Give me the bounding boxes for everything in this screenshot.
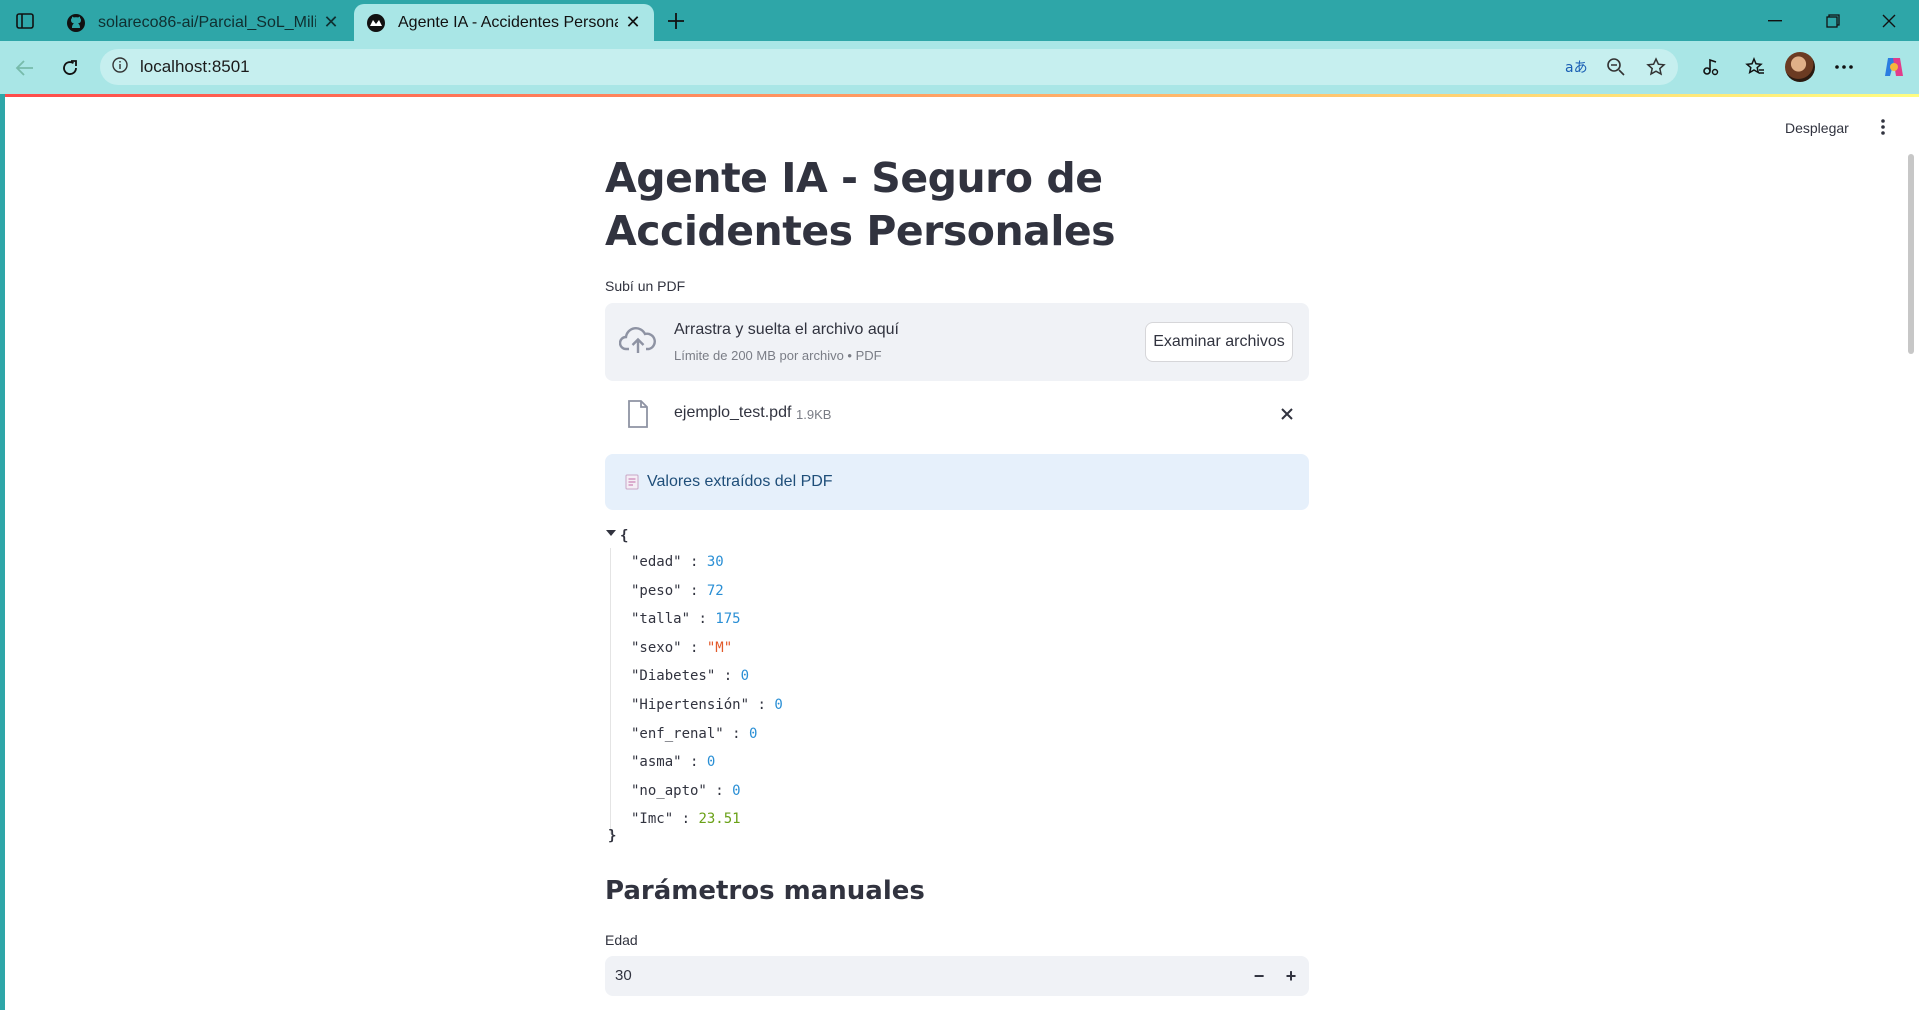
tab-streamlit[interactable]: Agente IA - Accidentes Personales ✕ (354, 4, 654, 41)
new-tab-icon[interactable] (662, 7, 690, 35)
increment-button[interactable]: + (1279, 964, 1303, 988)
json-row: "enf_renal" : 0 (631, 720, 783, 749)
streamlit-icon (366, 13, 386, 33)
json-value: 175 (715, 611, 741, 628)
file-dropzone[interactable]: Arrastra y suelta el archivo aquí Límite… (605, 303, 1309, 381)
json-separator: : (681, 582, 707, 599)
upload-label: Subí un PDF (605, 278, 686, 294)
tab-close-icon[interactable]: ✕ (322, 12, 340, 32)
media-control-icon[interactable] (1696, 52, 1726, 82)
favorites-icon[interactable] (1740, 52, 1770, 82)
json-row: "Hipertensión" : 0 (631, 691, 783, 720)
json-row: "peso" : 72 (631, 577, 783, 606)
copilot-icon[interactable] (1879, 52, 1909, 82)
main-menu-icon[interactable] (1873, 116, 1893, 138)
page-viewport: Desplegar Agente IA - Seguro de Accident… (5, 94, 1919, 1010)
json-separator: : (715, 668, 741, 685)
github-icon (66, 13, 86, 33)
more-options-icon[interactable] (1829, 52, 1859, 82)
json-value: 72 (706, 582, 724, 599)
json-value: "M" (706, 639, 733, 656)
memo-icon (625, 474, 639, 490)
edad-label: Edad (605, 932, 638, 948)
json-body: "edad" : 30 "peso" : 72 "talla" : 175 "sexo… (610, 548, 783, 834)
deploy-button[interactable]: Desplegar (1785, 120, 1849, 136)
json-key: "Diabetes" (631, 668, 716, 685)
edad-number-input[interactable]: 30 − + (605, 956, 1309, 996)
dropzone-limit-text: Límite de 200 MB por archivo • PDF (674, 348, 882, 363)
decrement-button[interactable]: − (1247, 964, 1271, 988)
json-separator: : (681, 639, 707, 656)
json-row: "talla" : 175 (631, 605, 783, 634)
browse-files-button[interactable]: Examinar archivos (1145, 322, 1293, 362)
remove-file-icon[interactable] (1277, 404, 1297, 424)
json-key: "sexo" (631, 639, 682, 656)
profile-avatar[interactable] (1785, 52, 1815, 82)
json-open-brace: { (620, 528, 629, 544)
json-row: "Diabetes" : 0 (631, 662, 783, 691)
json-value: 0 (732, 782, 741, 799)
json-value: 0 (749, 725, 758, 742)
json-separator: : (723, 725, 750, 742)
url-text[interactable]: localhost:8501 (140, 57, 250, 77)
streamlit-decoration-bar (5, 94, 1919, 97)
tab-actions-icon[interactable] (10, 8, 40, 34)
uploaded-file-row: ejemplo_test.pdf 1.9KB (605, 394, 1309, 434)
translate-icon[interactable]: aあ (1561, 52, 1591, 82)
favorite-star-icon[interactable] (1641, 52, 1671, 82)
json-row: "sexo" : "M" (631, 634, 783, 663)
page-scrollbar[interactable] (1908, 154, 1914, 354)
json-key: "asma" (631, 754, 682, 771)
json-key: "talla" (631, 611, 691, 628)
json-value: 30 (706, 554, 724, 570)
json-row: "edad" : 30 (631, 548, 783, 577)
tab-title: Agente IA - Accidentes Personales (398, 13, 618, 31)
json-separator: : (681, 754, 707, 771)
address-toolbar: localhost:8501 aあ (0, 41, 1919, 94)
file-size: 1.9KB (796, 407, 832, 422)
collapse-triangle-icon[interactable] (606, 528, 616, 538)
restore-icon[interactable] (1810, 6, 1856, 36)
json-value: 0 (774, 696, 783, 713)
svg-text:aあ: aあ (1565, 60, 1587, 76)
json-close-brace: } (608, 828, 617, 844)
tab-close-icon[interactable]: ✕ (624, 12, 642, 32)
json-key: "edad" (631, 554, 682, 570)
site-info-icon[interactable] (112, 56, 128, 78)
address-bar[interactable]: localhost:8501 (100, 49, 1678, 85)
cloud-upload-icon (619, 327, 656, 353)
zoom-out-icon[interactable] (1601, 52, 1631, 82)
info-alert: Valores extraídos del PDF (605, 454, 1309, 510)
json-separator: : (690, 611, 716, 628)
json-key: "enf_renal" (631, 725, 724, 742)
dropzone-title: Arrastra y suelta el archivo aquí (674, 321, 899, 338)
json-value: 0 (740, 668, 750, 685)
edad-value[interactable]: 30 (615, 967, 632, 984)
page-title: Agente IA - Seguro de Accidentes Persona… (605, 154, 1116, 255)
manual-params-heading: Parámetros manuales (605, 876, 925, 906)
minimize-icon[interactable] (1752, 6, 1798, 36)
back-icon[interactable] (10, 53, 40, 83)
json-row: "no_apto" : 0 (631, 777, 783, 806)
json-key: "Imc" (631, 811, 674, 828)
reload-icon[interactable] (55, 53, 85, 83)
json-key: "Hipertensión" (631, 696, 750, 713)
json-row: "Imc" : 23.51 (631, 805, 783, 834)
json-value: 23.51 (698, 811, 741, 828)
tab-title: solareco86-ai/Parcial_SoL_Mili: Ag (98, 13, 316, 31)
json-row: "asma" : 0 (631, 748, 783, 777)
json-separator: : (673, 811, 699, 828)
info-text: Valores extraídos del PDF (647, 473, 833, 490)
json-value: 0 (706, 754, 716, 771)
json-key: "peso" (631, 582, 682, 599)
tab-bar: solareco86-ai/Parcial_SoL_Mili: Ag ✕ Age… (0, 0, 1919, 41)
file-icon (628, 400, 648, 428)
json-separator: : (681, 554, 707, 570)
close-window-icon[interactable] (1866, 6, 1912, 36)
json-separator: : (706, 782, 733, 799)
json-separator: : (749, 696, 775, 713)
json-key: "no_apto" (631, 782, 707, 799)
tab-github[interactable]: solareco86-ai/Parcial_SoL_Mili: Ag ✕ (54, 4, 352, 41)
file-name: ejemplo_test.pdf (674, 404, 792, 421)
